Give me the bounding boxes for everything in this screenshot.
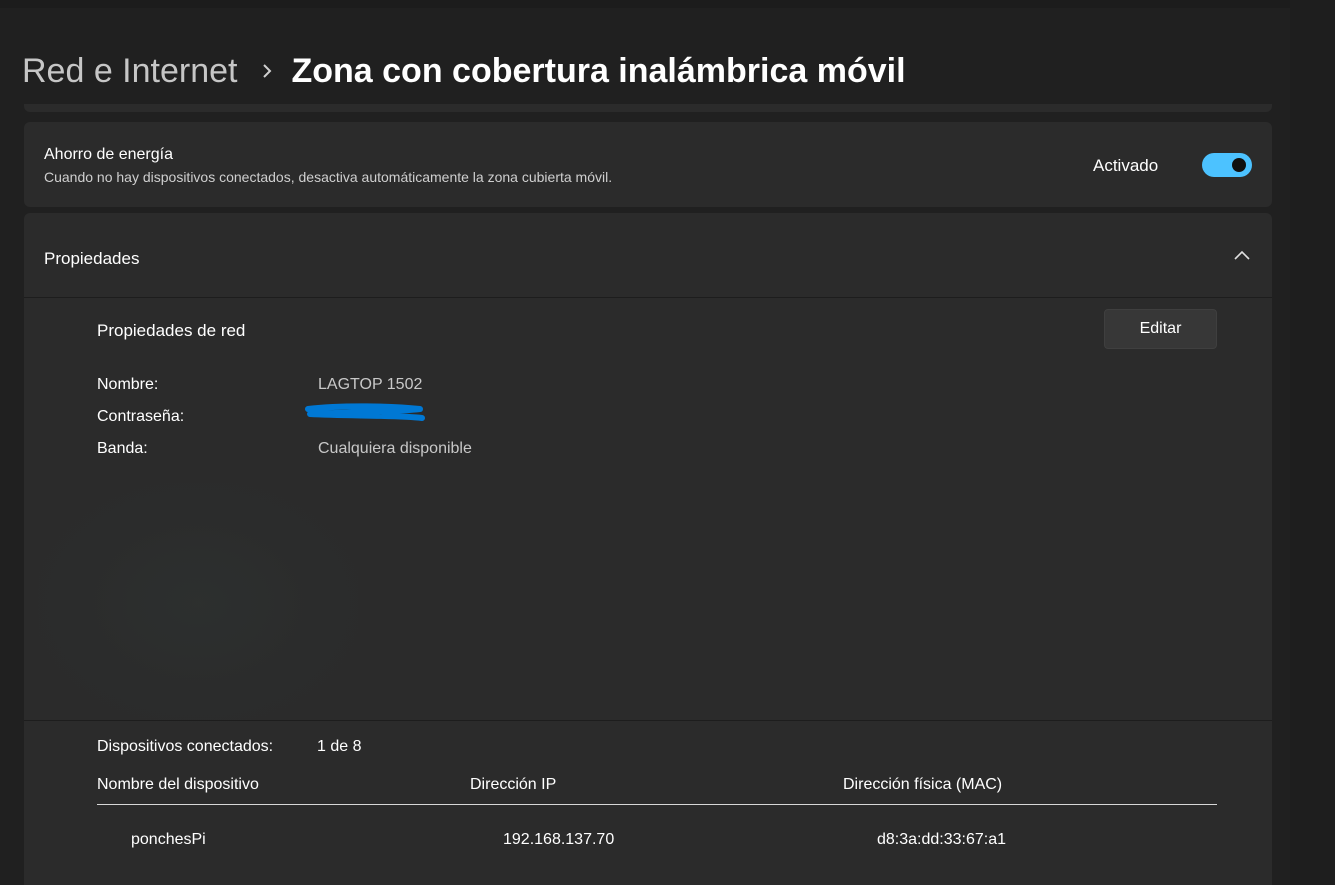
- name-label: Nombre:: [97, 376, 159, 393]
- power-saving-title: Ahorro de energía: [44, 146, 173, 163]
- power-saving-description: Cuando no hay dispositivos conectados, d…: [44, 169, 613, 185]
- connected-devices-count: 1 de 8: [317, 738, 362, 755]
- band-label: Banda:: [97, 440, 148, 457]
- column-header-mac-address: Dirección física (MAC): [843, 776, 1003, 793]
- password-label: Contraseña:: [97, 408, 185, 425]
- column-header-ip-address: Dirección IP: [470, 776, 557, 793]
- breadcrumb: Red e Internet Zona con cobertura inalám…: [22, 48, 906, 94]
- page-title: Zona con cobertura inalámbrica móvil: [291, 51, 906, 90]
- title-bar-strip: [0, 0, 1335, 8]
- name-value: LAGTOP 1502: [318, 376, 423, 393]
- blurred-qr-code: [38, 483, 358, 723]
- connected-devices-label: Dispositivos conectados:: [97, 738, 274, 755]
- edit-button[interactable]: Editar: [1104, 309, 1217, 349]
- mac-address-cell: d8:3a:dd:33:67:a1: [877, 831, 1007, 848]
- ip-address-cell: 192.168.137.70: [503, 831, 615, 848]
- scroll-gutter: [1290, 0, 1335, 885]
- device-name-cell: ponchesPi: [131, 831, 206, 848]
- column-header-device-name: Nombre del dispositivo: [97, 776, 259, 793]
- network-properties-title: Propiedades de red: [97, 321, 246, 340]
- power-saving-toggle[interactable]: [1202, 153, 1252, 177]
- band-value: Cualquiera disponible: [318, 440, 472, 457]
- password-redaction-scribble: [302, 403, 430, 425]
- table-header-rule: [97, 804, 1217, 805]
- settings-window: Red e Internet Zona con cobertura inalám…: [0, 0, 1335, 885]
- power-saving-card: Ahorro de energía Cuando no hay disposit…: [24, 122, 1272, 207]
- breadcrumb-parent-link[interactable]: Red e Internet: [22, 52, 237, 91]
- properties-title: Propiedades: [44, 249, 140, 268]
- properties-card: Propiedades Propiedades de red Editar No…: [24, 213, 1272, 885]
- devices-divider: [24, 720, 1272, 721]
- properties-header[interactable]: Propiedades: [24, 213, 1272, 297]
- power-saving-status: Activado: [1093, 156, 1159, 175]
- previous-card-edge: [24, 104, 1272, 112]
- chevron-right-icon: [261, 63, 273, 79]
- chevron-up-icon[interactable]: [1232, 247, 1252, 263]
- toggle-knob: [1232, 158, 1246, 172]
- properties-divider: [24, 297, 1272, 298]
